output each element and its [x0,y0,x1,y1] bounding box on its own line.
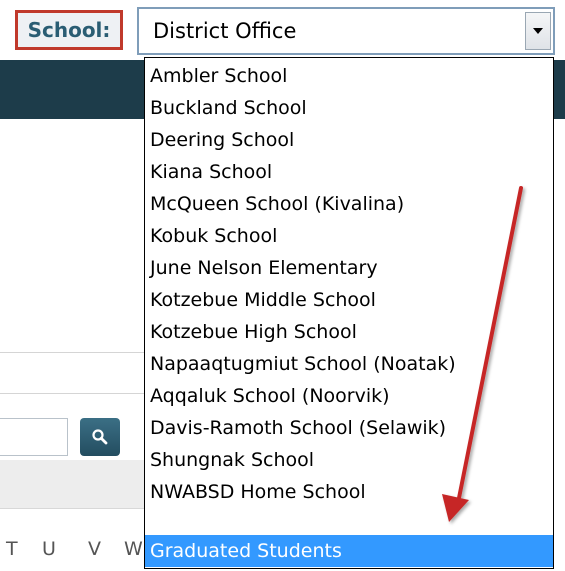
dropdown-option[interactable]: Shungnak School [145,444,553,476]
dropdown-option[interactable]: Davis-Ramoth School (Selawik) [145,412,553,444]
dropdown-option[interactable]: Deering School [145,124,553,156]
alphabet-filter: T U V W [0,536,150,566]
search-input[interactable] [0,418,68,456]
school-select-value: District Office [153,19,297,43]
header-band [0,60,145,119]
dropdown-option[interactable]: Napaaqtugmiut School (Noatak) [145,348,553,380]
alphabet-letter[interactable]: W [124,538,143,560]
dropdown-option[interactable]: McQueen School (Kivalina) [145,188,553,220]
search-button[interactable] [80,418,120,456]
dropdown-option[interactable]: Ambler School [145,60,553,92]
divider [0,393,145,394]
dropdown-option[interactable]: Kotzebue Middle School [145,284,553,316]
search-icon [92,429,108,445]
dropdown-option[interactable]: Kotzebue High School [145,316,553,348]
alphabet-letter[interactable]: V [88,538,101,560]
dropdown-option[interactable]: NWABSD Home School [145,476,553,508]
dropdown-toggle-button[interactable] [525,12,551,50]
chevron-down-icon [533,28,543,34]
dropdown-option[interactable]: Kiana School [145,156,553,188]
dropdown-option[interactable]: June Nelson Elementary [145,252,553,284]
divider [0,352,145,353]
dropdown-option-selected[interactable]: Graduated Students [145,535,553,567]
filter-strip [0,460,145,509]
school-label-text: School: [27,18,111,42]
dropdown-option[interactable]: Aqqaluk School (Noorvik) [145,380,553,412]
alphabet-letter[interactable]: U [42,538,56,560]
school-dropdown-list[interactable]: Ambler School Buckland School Deering Sc… [144,57,554,569]
dropdown-option[interactable]: Buckland School [145,92,553,124]
school-select[interactable]: District Office [137,7,555,55]
alphabet-letter[interactable]: T [6,538,18,560]
school-label: School: [15,10,123,50]
dropdown-option[interactable]: Kobuk School [145,220,553,252]
